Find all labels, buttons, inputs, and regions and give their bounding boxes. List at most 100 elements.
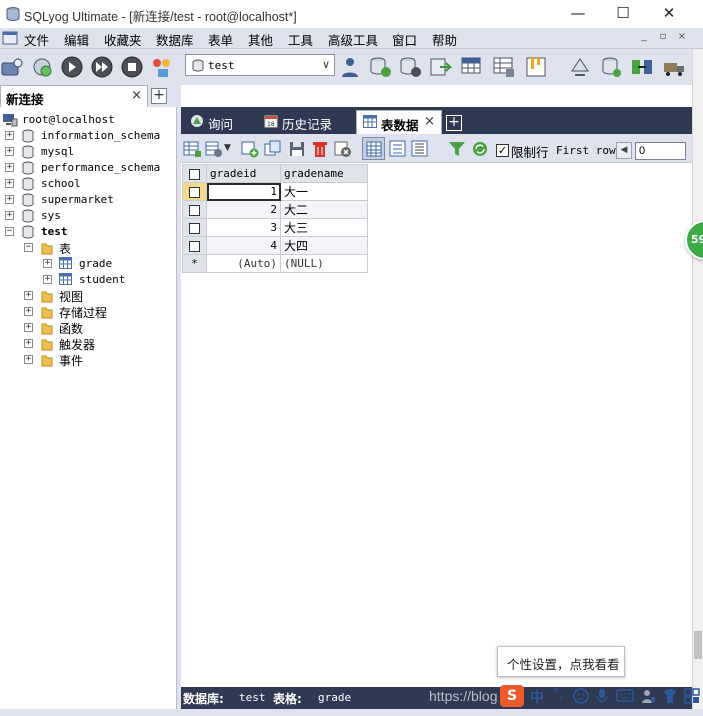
cell-gradename[interactable]: 大二 — [280, 200, 368, 219]
smiley-icon[interactable] — [573, 688, 589, 704]
expand-icon[interactable]: + — [24, 355, 33, 364]
row-header[interactable] — [182, 182, 207, 201]
menu-tools[interactable]: 工具 — [288, 30, 313, 49]
menu-database[interactable]: 数据库 — [156, 30, 194, 49]
limit-rows-checkbox[interactable]: ✓ — [496, 144, 509, 157]
table-row[interactable]: 2 大二 — [182, 200, 368, 219]
microphone-icon[interactable] — [596, 688, 608, 704]
expand-icon[interactable]: + — [5, 147, 14, 156]
mdi-minimize-button[interactable]: _ — [636, 31, 652, 42]
cell-gradename[interactable]: 大三 — [280, 218, 368, 237]
cell-gradename-null[interactable]: (NULL) — [280, 254, 368, 273]
new-query-icon[interactable] — [30, 55, 54, 79]
document-icon[interactable] — [2, 31, 18, 45]
tree-folder-procedures[interactable]: + 存储过程 — [24, 304, 174, 320]
cell-gradeid[interactable]: 4 — [206, 236, 281, 255]
menu-advanced-tools[interactable]: 高级工具 — [328, 30, 378, 49]
cell-gradename[interactable]: 大四 — [280, 236, 368, 255]
column-header-gradeid[interactable]: gradeid — [206, 164, 281, 183]
new-connection-icon[interactable] — [0, 55, 24, 79]
tree-db-sys[interactable]: + sys — [5, 208, 175, 224]
add-query-tab-button[interactable]: + — [446, 115, 462, 131]
menu-other[interactable]: 其他 — [248, 30, 273, 49]
insert-row-icon[interactable] — [241, 140, 259, 158]
expand-icon[interactable]: + — [5, 179, 14, 188]
column-header-gradename[interactable]: gradename — [280, 164, 368, 183]
expand-icon[interactable]: + — [43, 259, 52, 268]
table-row[interactable]: 3 大三 — [182, 218, 368, 237]
table-data-icon[interactable] — [492, 55, 516, 79]
tree-folder-triggers[interactable]: + 触发器 — [24, 336, 174, 352]
delete-icon[interactable] — [311, 140, 329, 158]
expand-icon[interactable]: + — [43, 275, 52, 284]
ime-chinese-mode[interactable]: 中 — [530, 687, 544, 707]
cell-gradeid[interactable]: 2 — [206, 200, 281, 219]
row-header[interactable] — [182, 218, 207, 237]
table-row[interactable]: 4 大四 — [182, 236, 368, 255]
tree-folder-functions[interactable]: + 函数 — [24, 320, 174, 336]
close-connection-tab-icon[interactable]: × — [131, 88, 142, 103]
export-dropdown-icon[interactable] — [205, 140, 223, 158]
connection-tab[interactable]: 新连接 × — [0, 85, 148, 107]
ime-punctuation-mode[interactable]: °, — [553, 687, 564, 702]
minimize-button[interactable]: — — [555, 0, 601, 28]
expand-icon[interactable]: + — [24, 291, 33, 300]
scheduled-jobs-icon[interactable] — [524, 55, 548, 79]
row-checkbox[interactable] — [189, 222, 200, 234]
expand-icon[interactable]: + — [24, 339, 33, 348]
chevron-down-icon[interactable]: ▼ — [224, 143, 231, 153]
form-mode-icon[interactable] — [389, 140, 407, 158]
export-grid-icon[interactable] — [460, 55, 484, 79]
transfer-truck-icon[interactable] — [662, 55, 686, 79]
ime-tooltip[interactable]: 个性设置，点我看看 — [497, 646, 625, 677]
keyboard-icon[interactable] — [616, 689, 634, 702]
tree-root-node[interactable]: root@localhost — [2, 112, 172, 128]
tree-db-test[interactable]: − test — [5, 224, 175, 240]
toolbox-grid-icon[interactable] — [684, 688, 700, 704]
grid-mode-button[interactable] — [362, 137, 385, 160]
row-checkbox[interactable] — [189, 240, 200, 252]
expand-icon[interactable]: + — [24, 307, 33, 316]
cell-gradeid[interactable]: 1 — [206, 182, 281, 201]
menu-table[interactable]: 表单 — [208, 30, 233, 49]
restore-database-icon[interactable] — [398, 55, 422, 79]
expand-icon[interactable]: + — [5, 195, 14, 204]
close-tab-icon[interactable]: × — [424, 114, 435, 129]
tree-folder-events[interactable]: + 事件 — [24, 352, 174, 368]
import-icon[interactable] — [428, 55, 452, 79]
cell-gradeid[interactable]: 3 — [206, 218, 281, 237]
tree-db-information-schema[interactable]: + information_schema — [5, 128, 175, 144]
row-checkbox[interactable] — [189, 204, 200, 216]
user-icon[interactable] — [640, 688, 656, 704]
expand-icon[interactable]: + — [24, 323, 33, 332]
tree-db-school[interactable]: + school — [5, 176, 175, 192]
tab-query[interactable]: 询问 — [184, 110, 258, 134]
tab-table-data[interactable]: 表数据 × — [356, 110, 442, 134]
execute-query-icon[interactable] — [60, 55, 84, 79]
expand-icon[interactable]: + — [5, 211, 14, 220]
row-header[interactable] — [182, 236, 207, 255]
data-sync-icon[interactable] — [568, 55, 592, 79]
expand-icon[interactable]: + — [5, 131, 14, 140]
menu-favorites[interactable]: 收藏夹 — [104, 30, 142, 49]
tree-db-performance-schema[interactable]: + performance_schema — [5, 160, 175, 176]
skin-icon[interactable] — [662, 688, 678, 704]
menu-edit[interactable]: 编辑 — [64, 30, 89, 49]
add-connection-tab-button[interactable]: + — [151, 88, 167, 104]
migration-icon[interactable] — [630, 55, 654, 79]
collapse-icon[interactable]: − — [5, 227, 14, 236]
select-all-header[interactable] — [182, 164, 207, 183]
menu-file[interactable]: 文件 — [24, 30, 49, 49]
row-checkbox[interactable] — [189, 186, 200, 198]
refresh-icon[interactable] — [471, 140, 489, 158]
schema-sync-icon[interactable] — [600, 55, 624, 79]
mdi-restore-button[interactable]: ▫ — [655, 31, 671, 42]
row-header[interactable] — [182, 200, 207, 219]
database-select[interactable]: test ∨ — [185, 54, 335, 76]
duplicate-row-icon[interactable] — [264, 140, 282, 158]
execute-all-icon[interactable] — [90, 55, 114, 79]
backup-database-icon[interactable] — [368, 55, 392, 79]
schema-designer-icon[interactable] — [150, 55, 174, 79]
stop-query-icon[interactable] — [120, 55, 144, 79]
sogou-logo-icon[interactable]: S — [500, 685, 524, 707]
